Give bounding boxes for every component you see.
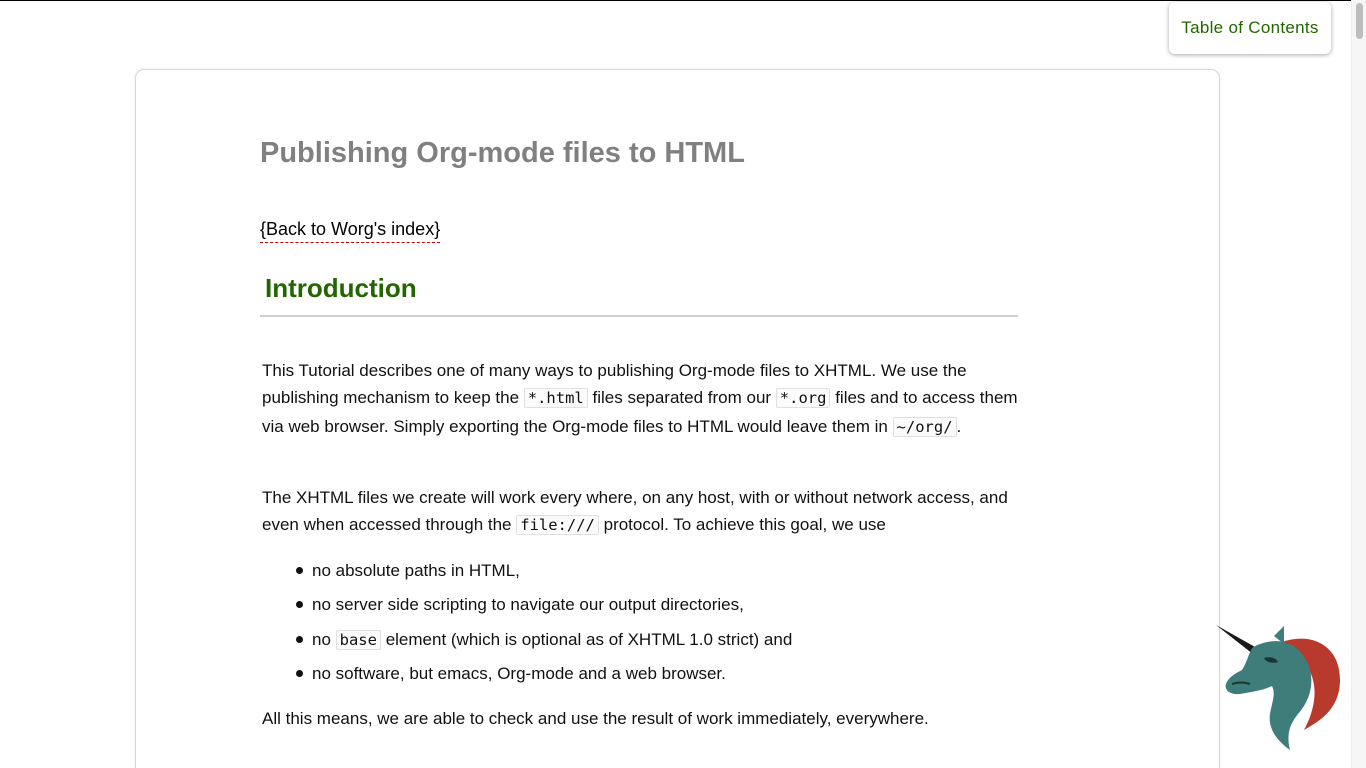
org-mode-unicorn-logo-icon — [1216, 625, 1340, 750]
text: files separated from our — [587, 388, 776, 408]
vertical-scrollbar[interactable] — [1351, 0, 1366, 768]
intro-paragraph-1: This Tutorial describes one of many ways… — [262, 357, 1022, 441]
list-item-text: no — [312, 629, 336, 649]
bullet-dot — [296, 669, 303, 677]
toc-label: Table of Contents — [1181, 18, 1319, 37]
list-item: no software, but emacs, Org-mode and a w… — [295, 659, 995, 693]
text: protocol. To achieve this goal, we use — [598, 515, 886, 535]
table-of-contents-button[interactable]: Table of Contents — [1169, 2, 1331, 54]
list-item: no base element (which is optional as of… — [295, 625, 995, 659]
top-border — [0, 0, 1366, 1]
inline-code: ~/org/ — [892, 416, 957, 437]
list-item-text: no software, but emacs, Org-mode and a w… — [312, 663, 726, 683]
back-to-index-link[interactable]: {Back to Worg's index} — [260, 219, 441, 243]
bullet-dot — [296, 601, 303, 609]
inline-code: *.html — [523, 388, 588, 409]
intro-paragraph-3: All this means, we are able to check and… — [262, 709, 929, 728]
inline-code: base — [335, 629, 381, 650]
list-item-text: element (which is optional as of XHTML 1… — [380, 629, 793, 649]
list-item: no server side scripting to navigate our… — [295, 590, 995, 624]
text: . — [956, 416, 962, 436]
inline-code: *.org — [775, 388, 831, 409]
list-item-text: no server side scripting to navigate our… — [312, 595, 744, 615]
list-item-text: no absolute paths in HTML, — [312, 561, 520, 580]
list-item: no absolute paths in HTML, — [295, 556, 995, 590]
bullet-dot — [296, 567, 303, 574]
inline-code: file:/// — [516, 515, 599, 536]
section-divider — [260, 315, 1018, 317]
scrollbar-thumb[interactable] — [1356, 3, 1363, 39]
intro-paragraph-2: The XHTML files we create will work ever… — [262, 484, 1022, 540]
bullet-dot — [296, 635, 303, 643]
section-title-introduction: Introduction — [265, 273, 417, 303]
requirements-list: no absolute paths in HTML, no server sid… — [295, 556, 995, 693]
page-title: Publishing Org-mode files to HTML — [260, 137, 745, 169]
